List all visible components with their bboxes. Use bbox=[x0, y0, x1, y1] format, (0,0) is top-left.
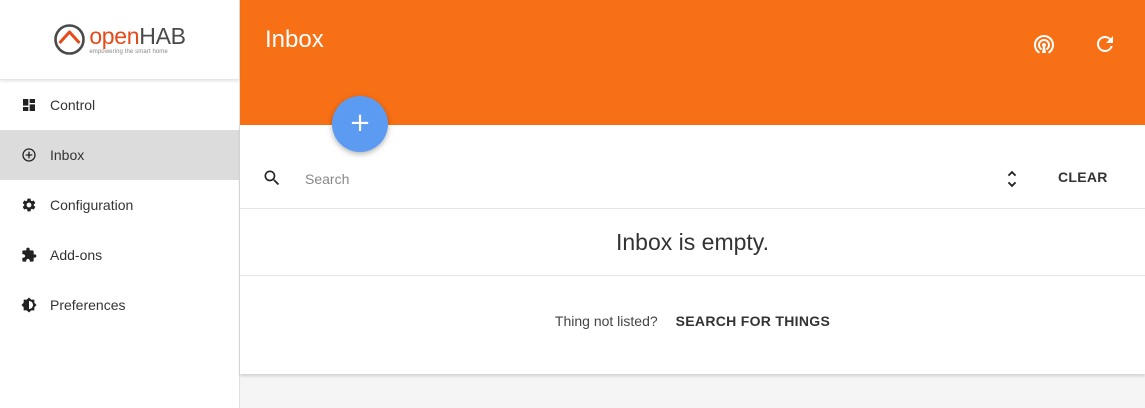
sidebar-item-label: Preferences bbox=[50, 297, 126, 313]
unfold-icon bbox=[1007, 170, 1017, 188]
sidebar-item-label: Add-ons bbox=[50, 247, 103, 263]
sidebar-item-control[interactable]: Control bbox=[0, 80, 239, 130]
sidebar-item-configuration[interactable]: Configuration bbox=[0, 180, 239, 230]
empty-state: Inbox is empty. bbox=[240, 209, 1145, 276]
openhab-logo[interactable]: openHAB empowering the smart home bbox=[53, 22, 186, 56]
page-title: Inbox bbox=[265, 26, 324, 53]
openhab-logo-icon bbox=[54, 24, 86, 55]
logo-area: openHAB empowering the smart home bbox=[0, 0, 239, 80]
sidebar-item-inbox[interactable]: Inbox bbox=[0, 130, 239, 180]
empty-message: Inbox is empty. bbox=[616, 228, 769, 255]
search-input[interactable] bbox=[305, 167, 905, 191]
inbox-card: CLEAR Inbox is empty. Thing not listed? … bbox=[240, 125, 1145, 374]
search-icon[interactable] bbox=[262, 168, 282, 188]
sidebar-item-label: Inbox bbox=[50, 147, 85, 163]
logo-wordmark: openHAB bbox=[89, 22, 186, 49]
logo-word-hab: HAB bbox=[139, 22, 186, 49]
sidebar-item-label: Configuration bbox=[50, 197, 134, 213]
not-listed-label: Thing not listed? bbox=[554, 313, 658, 329]
clear-button[interactable]: CLEAR bbox=[1048, 169, 1118, 185]
dashboard-icon bbox=[20, 97, 37, 114]
logo-word-open: open bbox=[89, 22, 140, 49]
thing-not-listed-row: Thing not listed? SEARCH FOR THINGS bbox=[240, 276, 1145, 372]
sidebar-item-addons[interactable]: Add-ons bbox=[0, 230, 239, 280]
gear-icon bbox=[20, 197, 37, 214]
sort-toggle-button[interactable] bbox=[1000, 166, 1024, 192]
add-circle-icon bbox=[20, 147, 37, 164]
discovery-button[interactable] bbox=[1030, 30, 1058, 58]
sidebar-item-preferences[interactable]: Preferences bbox=[0, 280, 239, 330]
sidebar: openHAB empowering the smart home Contro… bbox=[0, 0, 240, 408]
refresh-button[interactable] bbox=[1091, 30, 1119, 58]
brightness-icon bbox=[20, 297, 37, 314]
plus-icon: + bbox=[349, 108, 371, 138]
search-for-things-button[interactable]: SEARCH FOR THINGS bbox=[676, 313, 830, 329]
sidebar-item-label: Control bbox=[50, 97, 96, 113]
add-thing-fab[interactable]: + bbox=[332, 96, 388, 152]
puzzle-icon bbox=[20, 247, 37, 264]
refresh-icon bbox=[1097, 36, 1113, 52]
sidebar-nav: Control Inbox Configuration Add-ons Pref… bbox=[0, 80, 239, 330]
wifi-tethering-icon bbox=[1034, 35, 1054, 54]
logo-tagline: empowering the smart home bbox=[89, 48, 168, 55]
